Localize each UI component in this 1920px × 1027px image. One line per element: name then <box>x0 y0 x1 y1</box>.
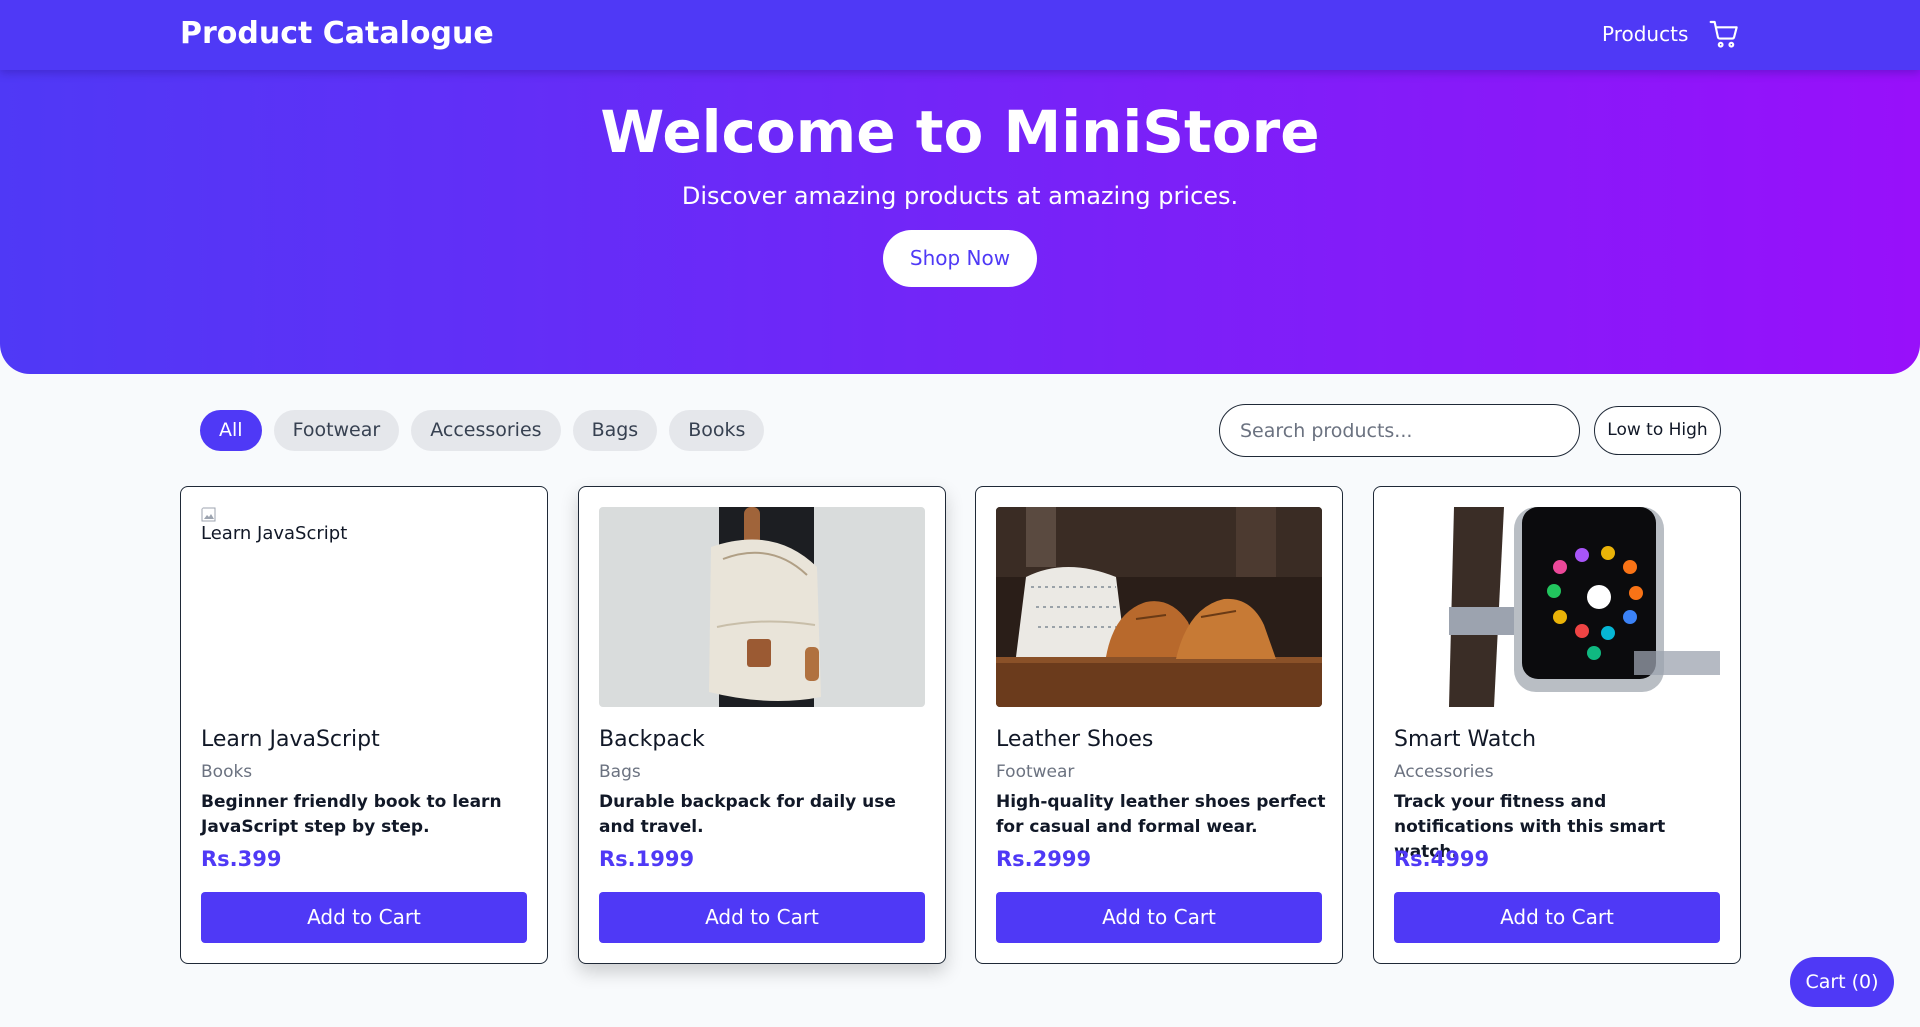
product-image <box>1394 507 1720 707</box>
product-price: Rs.1999 <box>599 847 695 871</box>
add-to-cart-button[interactable]: Add to Cart <box>996 892 1322 943</box>
product-category: Bags <box>599 762 641 782</box>
product-price: Rs.2999 <box>996 847 1092 871</box>
product-card: Backpack Bags Durable backpack for daily… <box>578 486 946 964</box>
nav-products-link[interactable]: Products <box>1602 22 1688 46</box>
hero-title: Welcome to MiniStore <box>600 98 1320 166</box>
broken-image-alt: Learn JavaScript <box>201 507 347 544</box>
navbar: Product Catalogue Products <box>0 0 1920 70</box>
add-to-cart-button[interactable]: Add to Cart <box>1394 892 1720 943</box>
product-category: Accessories <box>1394 762 1494 782</box>
product-card: Leather Shoes Footwear High-quality leat… <box>975 486 1343 964</box>
product-image <box>996 507 1322 707</box>
product-category: Footwear <box>996 762 1075 782</box>
hero-subtitle: Discover amazing products at amazing pri… <box>681 182 1239 210</box>
product-name: Backpack <box>599 727 705 752</box>
shop-now-button[interactable]: Shop Now <box>883 230 1037 287</box>
product-image <box>599 507 925 707</box>
search-input[interactable] <box>1219 404 1580 457</box>
filter-books[interactable]: Books <box>669 410 765 451</box>
filter-accessories[interactable]: Accessories <box>411 410 561 451</box>
product-name: Smart Watch <box>1394 727 1537 752</box>
add-to-cart-button[interactable]: Add to Cart <box>201 892 527 943</box>
product-price: Rs.4999 <box>1394 847 1490 871</box>
product-category: Books <box>201 762 253 782</box>
filter-all[interactable]: All <box>200 410 262 451</box>
floating-cart-button[interactable]: Cart (0) <box>1790 957 1894 1007</box>
product-card: Learn JavaScript Learn JavaScript Books … <box>180 486 548 964</box>
product-description: High-quality leather shoes perfect for c… <box>996 792 1326 837</box>
product-card: Smart Watch Accessories Track your fitne… <box>1373 486 1741 964</box>
product-name: Learn JavaScript <box>201 727 380 752</box>
product-image: Learn JavaScript <box>201 507 527 707</box>
category-filter: All Footwear Accessories Bags Books <box>200 410 765 451</box>
sort-select[interactable]: Low to High <box>1594 406 1721 455</box>
product-price: Rs.399 <box>201 847 282 871</box>
brand-logo[interactable]: Product Catalogue <box>180 16 494 51</box>
product-name: Leather Shoes <box>996 727 1154 752</box>
product-description: Beginner friendly book to learn JavaScri… <box>201 792 502 837</box>
cart-icon[interactable] <box>1708 18 1740 50</box>
filter-footwear[interactable]: Footwear <box>273 410 400 451</box>
add-to-cart-button[interactable]: Add to Cart <box>599 892 925 943</box>
filter-bags[interactable]: Bags <box>572 410 658 451</box>
product-description: Durable backpack for daily use and trave… <box>599 792 896 837</box>
